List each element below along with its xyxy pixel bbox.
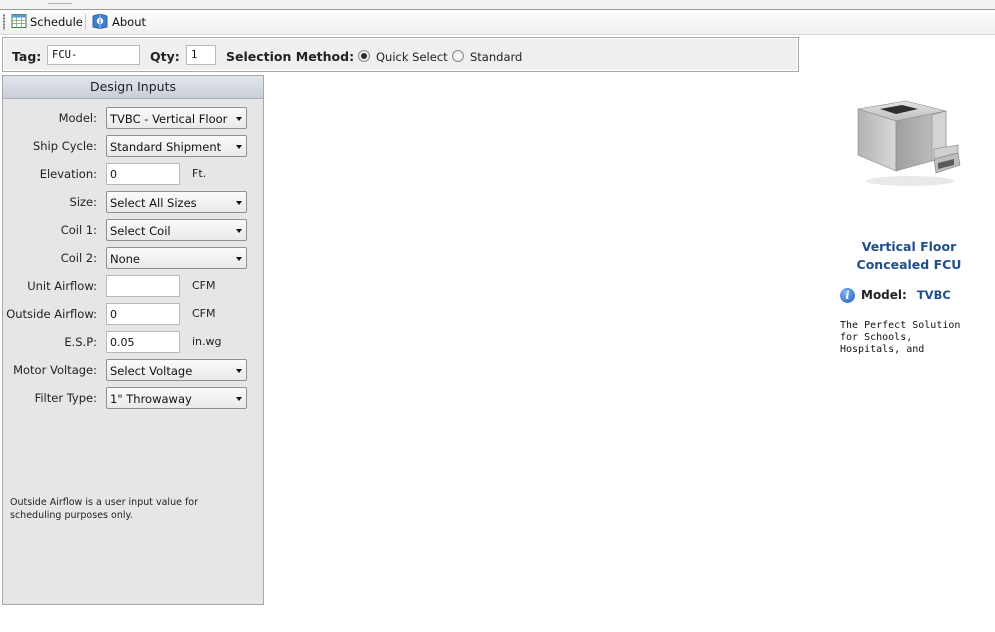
- model-select[interactable]: TVBC - Vertical Floor Concealed FCU: [106, 107, 247, 129]
- esp-input[interactable]: [106, 331, 180, 353]
- toolbar-grip[interactable]: [3, 14, 5, 30]
- elevation-row: Elevation: Ft.: [3, 163, 265, 185]
- esp-unit: in.wg: [192, 335, 222, 348]
- standard-radio[interactable]: [452, 50, 464, 62]
- outside-airflow-unit: CFM: [192, 307, 216, 320]
- filter-type-value: 1" Throwaway: [110, 392, 192, 406]
- motor-voltage-select[interactable]: Select Voltage: [106, 359, 247, 381]
- chevron-down-icon: [236, 201, 242, 205]
- chevron-down-icon: [236, 145, 242, 149]
- coil2-row: Coil 2: None: [3, 247, 265, 269]
- qty-label: Qty:: [150, 49, 180, 64]
- outside-airflow-note: Outside Airflow is a user input value fo…: [10, 497, 199, 521]
- ship-cycle-value: Standard Shipment: [110, 140, 222, 154]
- model-select-value: TVBC - Vertical Floor Concealed FCU: [110, 112, 230, 126]
- standard-label[interactable]: Standard: [470, 50, 522, 64]
- selection-method-label: Selection Method:: [226, 49, 355, 64]
- model-row: Model: TVBC - Vertical Floor Concealed F…: [3, 107, 265, 129]
- ship-cycle-select[interactable]: Standard Shipment: [106, 135, 247, 157]
- elevation-input[interactable]: [106, 163, 180, 185]
- model-label: Model:: [58, 111, 97, 125]
- coil1-select[interactable]: Select Coil: [106, 219, 247, 241]
- outside-airflow-label: Outside Airflow:: [6, 307, 97, 321]
- size-label: Size:: [69, 195, 97, 209]
- design-inputs-panel: Design Inputs Model: TVBC - Vertical Flo…: [2, 75, 264, 605]
- coil2-label: Coil 2:: [60, 251, 97, 265]
- size-row: Size: Select All Sizes: [3, 191, 265, 213]
- product-description: The Perfect Solution for Schools, Hospit…: [840, 320, 961, 355]
- product-title-line2: Concealed FCU: [856, 257, 962, 272]
- motor-voltage-value: Select Voltage: [110, 364, 193, 378]
- size-value: Select All Sizes: [110, 196, 197, 210]
- schedule-label: Schedule: [30, 15, 83, 29]
- filter-type-select[interactable]: 1" Throwaway: [106, 387, 247, 409]
- coil1-value: Select Coil: [110, 224, 171, 238]
- ship-cycle-label: Ship Cycle:: [32, 139, 97, 153]
- qty-input[interactable]: [186, 45, 216, 65]
- filter-type-label: Filter Type:: [34, 391, 97, 405]
- esp-row: E.S.P: in.wg: [3, 331, 265, 353]
- about-label: About: [112, 15, 147, 29]
- motor-voltage-label: Motor Voltage:: [13, 363, 97, 377]
- elevation-label: Elevation:: [39, 167, 97, 181]
- esp-label: E.S.P:: [64, 335, 97, 349]
- chevron-down-icon: [236, 257, 242, 261]
- coil2-select[interactable]: None: [106, 247, 247, 269]
- outside-airflow-row: Outside Airflow: CFM: [3, 303, 265, 325]
- model-info-value: TVBC: [916, 288, 951, 302]
- tag-label: Tag:: [12, 49, 42, 64]
- schedule-button[interactable]: Schedule: [9, 12, 85, 32]
- unit-airflow-row: Unit Airflow: CFM: [3, 275, 265, 297]
- product-image: [850, 93, 962, 189]
- motor-voltage-row: Motor Voltage: Select Voltage: [3, 359, 265, 381]
- quick-select-label[interactable]: Quick Select: [376, 50, 448, 64]
- chevron-down-icon: [236, 369, 242, 373]
- ship-cycle-row: Ship Cycle: Standard Shipment: [3, 135, 265, 157]
- model-info-row: i Model: TVBC: [840, 286, 951, 304]
- about-button[interactable]: i About: [89, 12, 148, 32]
- quick-select-radio[interactable]: [358, 50, 370, 62]
- coil2-value: None: [110, 252, 141, 266]
- toolbar-separator: [85, 14, 86, 30]
- model-info-label: Model:: [861, 288, 907, 302]
- spreadsheet-icon: [11, 13, 27, 32]
- book-info-icon: i: [91, 13, 109, 32]
- info-icon[interactable]: i: [840, 287, 855, 303]
- filter-type-row: Filter Type: 1" Throwaway: [3, 387, 265, 409]
- product-title: Vertical Floor Concealed FCU: [844, 238, 974, 274]
- outside-airflow-input[interactable]: [106, 303, 180, 325]
- coil1-row: Coil 1: Select Coil: [3, 219, 265, 241]
- product-title-line1: Vertical Floor: [861, 239, 957, 254]
- toolbar: Schedule i About: [0, 10, 995, 35]
- unit-airflow-label: Unit Airflow:: [27, 279, 97, 293]
- tag-input[interactable]: [47, 45, 140, 65]
- svg-text:i: i: [99, 19, 101, 25]
- chevron-down-icon: [236, 117, 242, 121]
- coil1-label: Coil 1:: [60, 223, 97, 237]
- chevron-down-icon: [236, 397, 242, 401]
- elevation-unit: Ft.: [192, 167, 207, 180]
- chevron-down-icon: [236, 229, 242, 233]
- design-inputs-title: Design Inputs: [3, 76, 263, 99]
- unit-airflow-input[interactable]: [106, 275, 180, 297]
- menu-bar-remnant: [0, 0, 995, 10]
- tag-bar: Tag: Qty: Selection Method: Quick Select…: [2, 37, 799, 72]
- unit-airflow-unit: CFM: [192, 279, 216, 292]
- size-select[interactable]: Select All Sizes: [106, 191, 247, 213]
